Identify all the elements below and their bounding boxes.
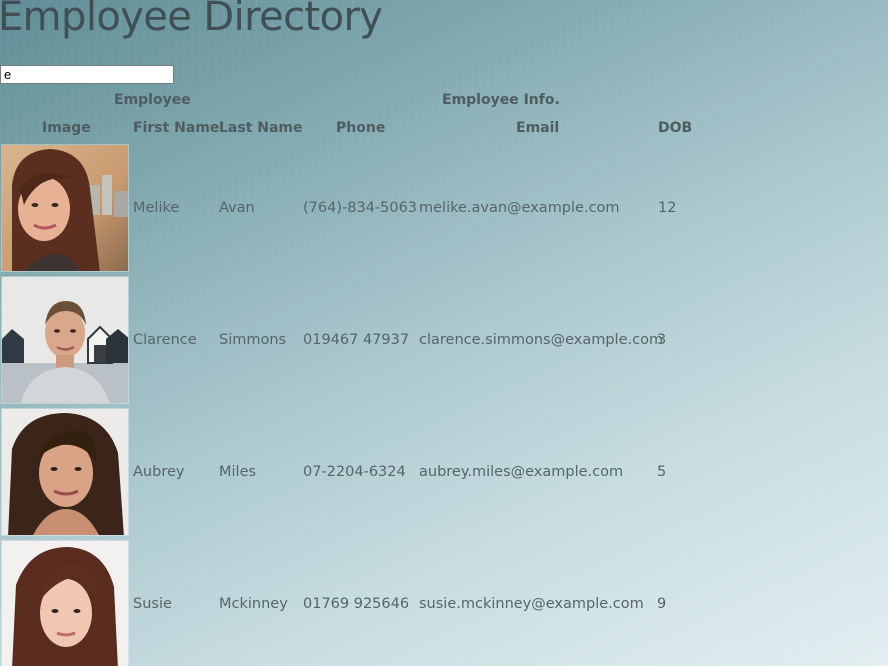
employee-photo <box>1 408 129 536</box>
first-name-cell: Clarence <box>133 332 197 348</box>
last-name-cell: Miles <box>219 464 257 480</box>
dob-cell: 9 <box>657 596 667 612</box>
employee-photo <box>1 144 129 272</box>
column-header-first-name[interactable]: First Name <box>133 120 219 136</box>
group-header-employee: Employee <box>114 92 191 108</box>
last-name-cell: Avan <box>219 200 255 216</box>
table-row: Melike Avan (764)-834-5063 melike.avan@e… <box>0 144 700 272</box>
column-header-email[interactable]: Email <box>516 120 559 136</box>
first-name-cell: Melike <box>133 200 180 216</box>
email-cell: aubrey.miles@example.com <box>419 464 624 480</box>
column-header-phone[interactable]: Phone <box>336 120 385 136</box>
first-name-cell: Susie <box>133 596 172 612</box>
column-header-image[interactable]: Image <box>42 120 91 136</box>
column-header-dob[interactable]: DOB <box>658 120 692 136</box>
dob-cell: 3 <box>657 332 667 348</box>
email-cell: susie.mckinney@example.com <box>419 596 644 612</box>
search-input[interactable] <box>0 65 174 84</box>
group-header-employee-info: Employee Info. <box>442 92 560 108</box>
email-cell: clarence.simmons@example.com <box>419 332 664 348</box>
phone-cell: (764)-834-5063 <box>303 200 418 216</box>
employee-photo <box>1 540 129 666</box>
phone-cell: 07-2204-6324 <box>303 464 406 480</box>
email-cell: melike.avan@example.com <box>419 200 620 216</box>
employee-photo <box>1 276 129 404</box>
phone-cell: 019467 47937 <box>303 332 410 348</box>
page-title: Employee Directory <box>0 0 383 40</box>
table-row: Clarence Simmons 019467 47937 clarence.s… <box>0 276 700 404</box>
column-header-last-name[interactable]: Last Name <box>219 120 303 136</box>
first-name-cell: Aubrey <box>133 464 185 480</box>
last-name-cell: Mckinney <box>219 596 288 612</box>
table-row: Susie Mckinney 01769 925646 susie.mckinn… <box>0 540 700 666</box>
phone-cell: 01769 925646 <box>303 596 410 612</box>
dob-cell: 5 <box>657 464 667 480</box>
dob-cell: 12 <box>658 200 677 216</box>
last-name-cell: Simmons <box>219 332 287 348</box>
table-row: Aubrey Miles 07-2204-6324 aubrey.miles@e… <box>0 408 700 536</box>
